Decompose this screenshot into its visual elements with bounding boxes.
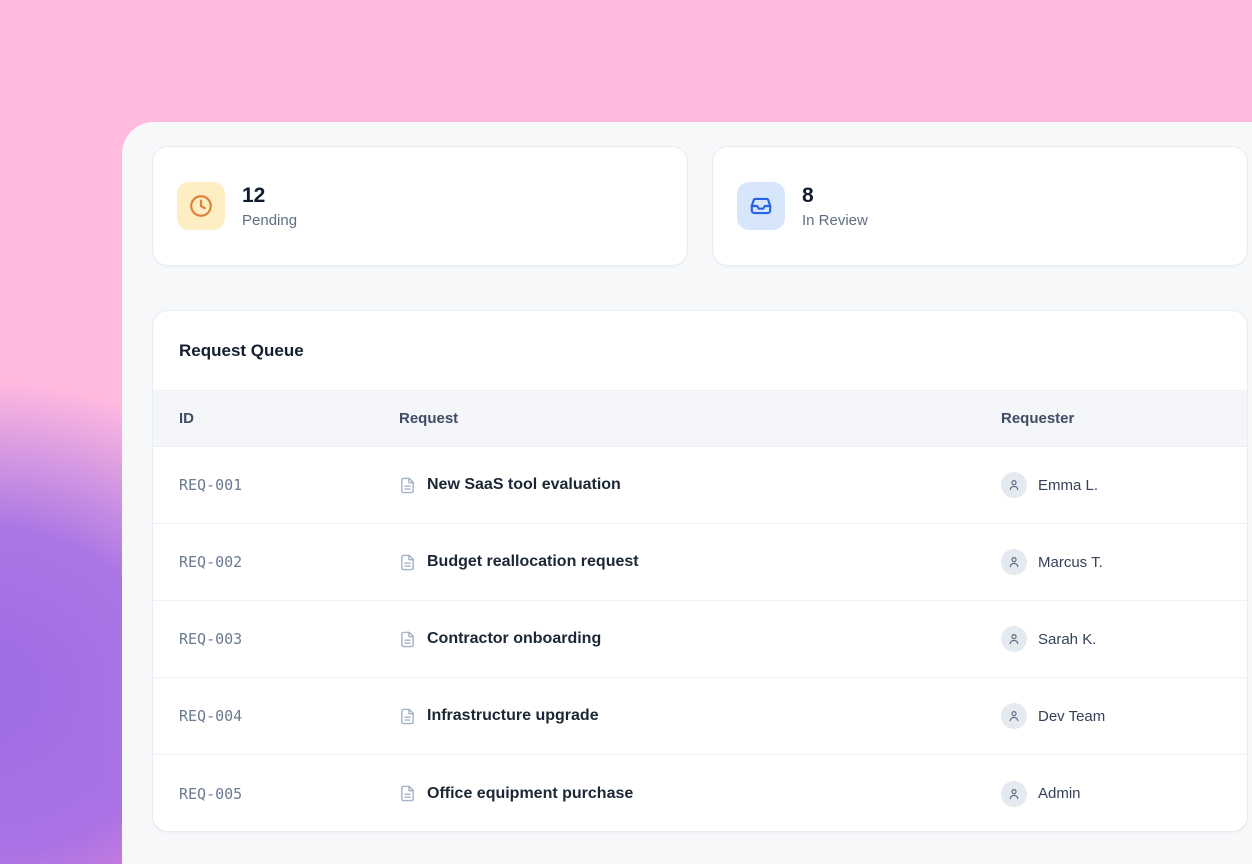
document-icon [399, 477, 416, 494]
request-id: REQ-005 [179, 785, 399, 803]
request-id: REQ-004 [179, 707, 399, 725]
requester-cell: Marcus T. [1001, 549, 1247, 575]
stat-card-pending: 12 Pending [152, 146, 688, 266]
request-id: REQ-003 [179, 630, 399, 648]
request-cell: Office equipment purchase [399, 785, 1001, 803]
document-icon [399, 785, 416, 802]
stat-text-pending: 12 Pending [242, 183, 297, 228]
stat-label-in-review: In Review [802, 212, 868, 229]
request-title: Infrastructure upgrade [427, 707, 599, 725]
request-title: Budget reallocation request [427, 553, 639, 571]
document-icon [399, 708, 416, 725]
requester-cell: Emma L. [1001, 472, 1247, 498]
stat-iconbox-in-review [737, 182, 785, 230]
table-row[interactable]: REQ-004 Infrastructure upgrade Dev Team [153, 678, 1247, 755]
request-cell: Infrastructure upgrade [399, 707, 1001, 725]
column-header-row: ID Request Requester [153, 391, 1247, 447]
table-title-bar: Request Queue [153, 311, 1247, 391]
requester-cell: Admin [1001, 781, 1247, 807]
table-row[interactable]: REQ-005 Office equipment purchase Admin [153, 755, 1247, 832]
request-title: Contractor onboarding [427, 630, 601, 648]
column-header-requester: Requester [1001, 410, 1247, 427]
requester-name: Marcus T. [1038, 554, 1103, 571]
request-queue-card: Request Queue ID Request Requester REQ-0… [152, 310, 1248, 832]
table-row[interactable]: REQ-003 Contractor onboarding Sarah K. [153, 601, 1247, 678]
request-id: REQ-002 [179, 553, 399, 571]
inbox-icon [748, 193, 774, 219]
request-cell: Contractor onboarding [399, 630, 1001, 648]
requester-name: Dev Team [1038, 708, 1105, 725]
table-row[interactable]: REQ-002 Budget reallocation request Marc… [153, 524, 1247, 601]
requester-name: Admin [1038, 785, 1081, 802]
request-cell: Budget reallocation request [399, 553, 1001, 571]
document-icon [399, 554, 416, 571]
document-icon [399, 631, 416, 648]
main-panel: 12 Pending 8 In Review Request Queue [122, 122, 1252, 864]
avatar [1001, 781, 1027, 807]
table-body: REQ-001 New SaaS tool evaluation Emma L. [153, 447, 1247, 832]
clock-icon [188, 193, 214, 219]
stat-text-in-review: 8 In Review [802, 183, 868, 228]
stat-value-pending: 12 [242, 183, 297, 208]
avatar [1001, 549, 1027, 575]
requester-name: Sarah K. [1038, 631, 1096, 648]
column-header-request: Request [399, 410, 1001, 427]
stat-value-in-review: 8 [802, 183, 868, 208]
request-title: New SaaS tool evaluation [427, 476, 621, 494]
requester-cell: Dev Team [1001, 703, 1247, 729]
avatar [1001, 626, 1027, 652]
request-id: REQ-001 [179, 476, 399, 494]
table-title: Request Queue [179, 341, 304, 361]
table-row[interactable]: REQ-001 New SaaS tool evaluation Emma L. [153, 447, 1247, 524]
stats-row: 12 Pending 8 In Review [152, 146, 1248, 266]
requester-name: Emma L. [1038, 477, 1098, 494]
stat-iconbox-pending [177, 182, 225, 230]
avatar [1001, 472, 1027, 498]
column-header-id: ID [179, 410, 399, 427]
requester-cell: Sarah K. [1001, 626, 1247, 652]
request-title: Office equipment purchase [427, 785, 633, 803]
request-cell: New SaaS tool evaluation [399, 476, 1001, 494]
stat-label-pending: Pending [242, 212, 297, 229]
avatar [1001, 703, 1027, 729]
stat-card-in-review: 8 In Review [712, 146, 1248, 266]
